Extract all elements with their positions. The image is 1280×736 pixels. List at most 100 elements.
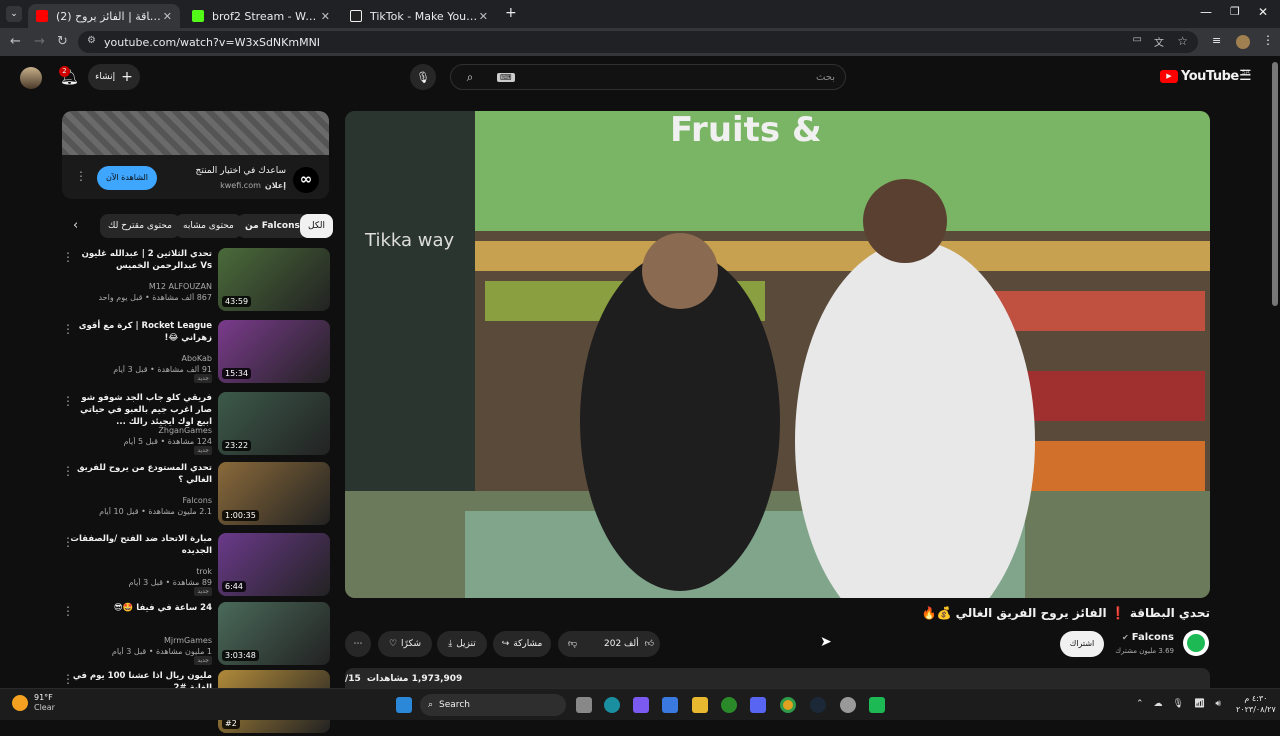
maximize-button[interactable]: ❐ <box>1230 5 1240 18</box>
forward-icon[interactable]: → <box>34 34 45 49</box>
system-tray[interactable]: ⌃ ☁ 🎙︎ 📶︎ 🔊︎ <box>1136 699 1221 709</box>
related-video-channel[interactable]: ZhganGames <box>67 426 212 435</box>
voice-search-button[interactable]: 🎙︎ <box>410 64 436 90</box>
related-video-channel[interactable]: AboKab <box>67 354 212 363</box>
url-field[interactable]: ⚙ youtube.com/watch?v=W3xSdNKmMNI ☆ 文 ▭ <box>78 31 1198 53</box>
related-video-item[interactable]: 3:03:48 24 ساعة في فيفا 🤩😎 MjrmGames 1 م… <box>60 602 330 668</box>
back-icon[interactable]: ← <box>10 34 21 49</box>
related-video-title[interactable]: تحدي المستودع من يروح للفريق الغالي ؟ <box>67 462 212 486</box>
video-frame[interactable]: Fruits & Tikka way <box>345 111 1210 598</box>
window-close-button[interactable]: ✕ <box>1258 5 1268 19</box>
profile-avatar[interactable] <box>1236 35 1250 49</box>
ad-banner-image[interactable] <box>62 111 329 155</box>
search-icon[interactable]: ⌕ <box>451 70 489 85</box>
more-actions-button[interactable]: ⋯ <box>345 631 371 657</box>
more-vert-icon[interactable]: ⋮ <box>62 604 74 618</box>
video-thumbnail[interactable]: 3:03:48 <box>218 602 330 665</box>
keyboard-icon[interactable]: ⌨ <box>497 72 515 82</box>
channel-name[interactable]: ✔ Falcons <box>1122 632 1174 643</box>
volume-icon[interactable]: 🔊︎ <box>1215 699 1221 709</box>
related-video-title[interactable]: 24 ساعة في فيفا 🤩😎 <box>67 602 212 614</box>
related-video-title[interactable]: مبارة الاتحاد ضد الفتح /والصفقات الجديده <box>67 533 212 557</box>
more-vert-icon[interactable]: ⋮ <box>62 672 74 686</box>
video-thumbnail[interactable]: 43:59 <box>218 248 330 311</box>
related-video-channel[interactable]: MjrmGames <box>67 636 212 645</box>
browser-menu-icon[interactable]: ⋮ <box>1262 33 1274 47</box>
minimize-button[interactable]: — <box>1200 5 1212 19</box>
like-count[interactable]: 202 ألف <box>604 639 639 649</box>
tab-kick[interactable]: brof2 Stream - Watch Live on K ✕ <box>184 4 338 28</box>
related-video-title[interactable]: Rocket League | كرة مع أقوى زهراني 😂! <box>67 320 212 344</box>
more-vert-icon[interactable]: ⋮ <box>62 250 74 264</box>
search-input[interactable]: بحث <box>816 72 835 83</box>
close-icon[interactable]: ✕ <box>321 10 330 23</box>
close-icon[interactable]: ✕ <box>163 10 172 23</box>
steam-icon[interactable] <box>810 697 826 713</box>
task-view-icon[interactable] <box>576 697 592 713</box>
more-vert-icon[interactable]: ⋮ <box>62 535 74 549</box>
related-video-channel[interactable]: M12 ALFOUZAN <box>67 282 212 291</box>
store-icon[interactable] <box>662 697 678 713</box>
related-video-item[interactable]: 15:34 Rocket League | كرة مع أقوى زهراني… <box>60 320 330 386</box>
more-vert-icon[interactable]: ⋮ <box>62 322 74 336</box>
dislike-icon[interactable]: 👎︎ <box>568 639 598 649</box>
mic-icon[interactable]: 🎙︎ <box>1173 699 1184 709</box>
bookmark-star-icon[interactable]: ☆ <box>1177 34 1188 48</box>
related-video-item[interactable]: 1:00:35 تحدي المستودع من يروح للفريق الغ… <box>60 462 330 528</box>
related-video-title[interactable]: تحدي الثلاثين 2 | عبدالله غليون Vs عبدال… <box>67 248 212 272</box>
file-explorer-icon[interactable] <box>692 697 708 713</box>
discord-icon[interactable] <box>750 697 766 713</box>
onedrive-icon[interactable]: ☁ <box>1154 699 1163 709</box>
ad-cta-button[interactable]: الشاهدة الآن <box>97 166 157 190</box>
chrome-icon[interactable] <box>780 697 796 713</box>
tab-search-icon[interactable]: ⌄ <box>6 6 22 22</box>
video-player[interactable]: Fruits & Tikka way <box>345 111 1210 598</box>
tab-tiktok[interactable]: TikTok - Make Your Day ✕ <box>342 4 496 28</box>
chip-from-falcons[interactable]: من Falcons <box>237 214 308 238</box>
related-video-item[interactable]: 23:22 فريقي كلو جاب الجد شوفو شو صار اغر… <box>60 392 330 458</box>
video-thumbnail[interactable]: 23:22 <box>218 392 330 455</box>
description-box[interactable]: 1,973,909 مشاهدات 15/ <box>345 668 1210 690</box>
search-bar[interactable]: ⌕ ⌨ بحث <box>450 64 846 90</box>
reading-list-icon[interactable]: ≡ <box>1212 34 1221 47</box>
app-green-icon[interactable] <box>869 697 885 713</box>
more-vert-icon[interactable]: ⋮ <box>62 464 74 478</box>
translate-icon[interactable]: 文 <box>1154 34 1164 49</box>
chip-all[interactable]: الكل <box>300 214 334 238</box>
video-thumbnail[interactable]: 15:34 <box>218 320 330 383</box>
related-video-channel[interactable]: trok <box>67 567 212 576</box>
tab-youtube[interactable]: (2) تحدي البطاقة | الفائز يروح ✕ <box>28 4 180 28</box>
account-avatar[interactable] <box>20 67 42 89</box>
page-scrollbar[interactable] <box>1272 62 1278 306</box>
edge-icon[interactable] <box>604 697 620 713</box>
thanks-button[interactable]: ♡ شكرًا <box>378 631 432 657</box>
subscribe-button[interactable]: اشتراك <box>1060 631 1104 657</box>
video-thumbnail[interactable]: 1:00:35 <box>218 462 330 525</box>
related-video-item[interactable]: 43:59 تحدي الثلاثين 2 | عبدالله غليون Vs… <box>60 248 330 314</box>
tray-overflow-icon[interactable]: ⌃ <box>1136 699 1144 709</box>
related-video-channel[interactable]: Falcons <box>67 496 212 505</box>
download-button[interactable]: ⤓ تنزيل <box>437 631 487 657</box>
new-tab-button[interactable]: + <box>505 5 517 21</box>
create-button[interactable]: إنشاء + <box>88 64 140 90</box>
wifi-icon[interactable]: 📶︎ <box>1194 699 1205 709</box>
ad-card[interactable]: ⋮ الشاهدة الآن ساعدك في اختيار المنتج kw… <box>62 111 329 199</box>
chip-suggested[interactable]: محتوى مقترح لك <box>100 214 180 238</box>
more-vert-icon[interactable]: ⋮ <box>62 394 74 408</box>
related-video-item[interactable]: 6:44 مبارة الاتحاد ضد الفتح /والصفقات ال… <box>60 533 330 599</box>
related-video-title[interactable]: فريقي كلو جاب الجد شوفو شو صار اغرب جيم … <box>67 392 212 428</box>
clock[interactable]: ٤:٣٠ م ٢٠٢٣/٠٨/٢٧ <box>1236 693 1276 715</box>
guide-menu-icon[interactable]: ☰ <box>1239 68 1252 84</box>
like-icon[interactable]: 👍︎ <box>645 639 654 649</box>
copilot-icon[interactable] <box>633 697 649 713</box>
chips-scroll-left-icon[interactable]: ‹ <box>73 218 78 233</box>
reload-icon[interactable]: ↻ <box>57 34 68 49</box>
share-button[interactable]: ↪ مشاركة <box>493 631 551 657</box>
chip-related[interactable]: محتوى مشابه <box>175 214 242 238</box>
weather-widget[interactable]: 91°F Clear <box>12 693 55 713</box>
youtube-logo[interactable]: ▶ YouTube SA <box>1160 69 1250 84</box>
taskbar-search[interactable]: ⌕ Search <box>420 694 566 716</box>
video-thumbnail[interactable]: 6:44 <box>218 533 330 596</box>
channel-avatar[interactable] <box>1183 630 1209 656</box>
close-icon[interactable]: ✕ <box>479 10 488 23</box>
